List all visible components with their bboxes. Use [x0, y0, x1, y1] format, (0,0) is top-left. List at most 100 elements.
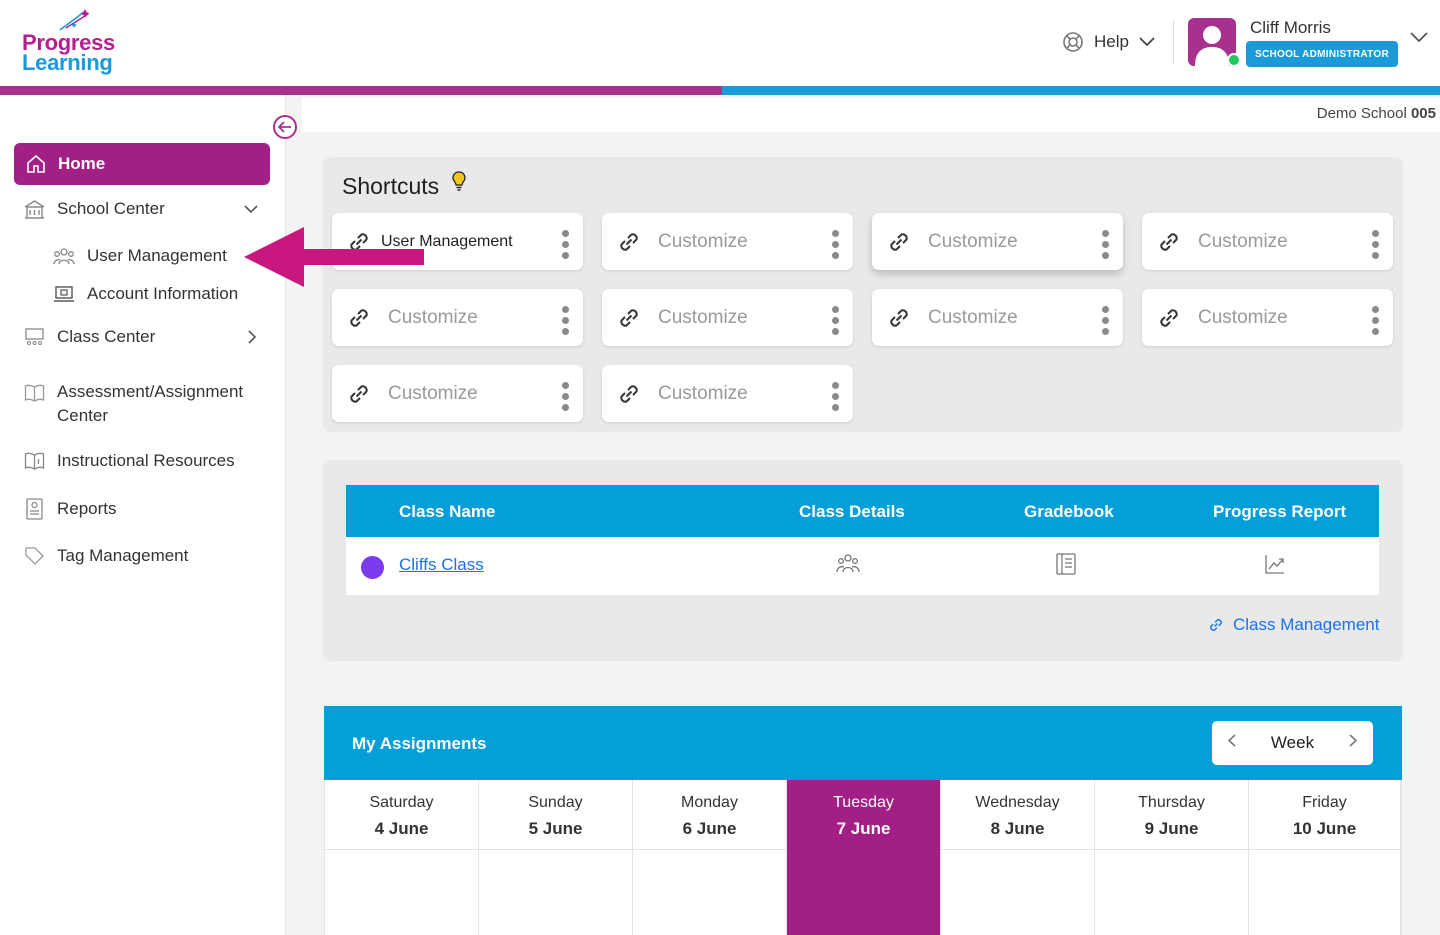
shortcut-card[interactable]: Customize: [332, 289, 583, 346]
sidebar-item-home[interactable]: Home: [14, 143, 270, 185]
class-management-link[interactable]: Class Management: [1207, 615, 1379, 635]
user-name[interactable]: Cliff Morris: [1250, 18, 1331, 38]
link-icon: [620, 232, 638, 251]
gradebook-icon[interactable]: [1056, 553, 1076, 575]
column-progress-report: Progress Report: [1213, 502, 1347, 521]
shortcut-card[interactable]: Customize: [602, 365, 853, 422]
shortcut-menu-icon[interactable]: [1102, 306, 1109, 335]
shortcut-menu-icon[interactable]: [832, 306, 839, 335]
calendar-day-friday[interactable]: Friday 10 June: [1249, 780, 1401, 935]
class-details-users-icon[interactable]: [836, 553, 860, 573]
shortcut-label: Customize: [928, 306, 1018, 328]
shortcut-card[interactable]: Customize: [872, 213, 1123, 270]
users-icon: [53, 248, 75, 265]
link-icon: [1210, 619, 1222, 631]
previous-week-button[interactable]: [1227, 734, 1236, 752]
calendar-weekday: Saturday: [369, 794, 434, 811]
shortcut-card[interactable]: Customize: [602, 289, 853, 346]
sidebar-item-assessment-center[interactable]: Assessment/Assignment Center: [24, 380, 243, 428]
shortcut-label: Customize: [658, 230, 748, 252]
calendar-day-thursday[interactable]: Thursday 9 June: [1095, 780, 1249, 935]
shortcut-menu-icon[interactable]: [562, 230, 569, 259]
chevron-down-icon: [1139, 37, 1155, 47]
brand-color-bar: [0, 86, 1440, 95]
shortcut-label: Customize: [928, 230, 1018, 252]
calendar-day-wednesday[interactable]: Wednesday 8 June: [941, 780, 1095, 935]
chevron-right-icon: [1349, 734, 1358, 747]
class-name-link[interactable]: Cliffs Class: [399, 555, 484, 575]
shortcut-menu-icon[interactable]: [1372, 306, 1379, 335]
shortcut-card[interactable]: Customize: [1142, 213, 1393, 270]
school-strip: [302, 98, 1440, 132]
shortcut-card[interactable]: Customize: [1142, 289, 1393, 346]
shortcut-label: Customize: [1198, 306, 1288, 328]
progress-learning-logo[interactable]: Progress Learning: [22, 8, 122, 78]
sidebar-item-school-center[interactable]: School Center: [24, 199, 258, 219]
calendar-day-tuesday[interactable]: Tuesday 7 June: [787, 780, 941, 935]
sidebar-item-tag-management[interactable]: Tag Management: [24, 546, 188, 566]
sidebar-item-account-information[interactable]: Account Information: [53, 284, 238, 304]
tag-icon: [25, 547, 44, 565]
calendar-weekday: Sunday: [528, 794, 583, 811]
calendar-day-sunday[interactable]: Sunday 5 June: [479, 780, 633, 935]
shortcut-menu-icon[interactable]: [562, 382, 569, 411]
link-icon: [890, 232, 908, 251]
calendar-date: 9 June: [1144, 819, 1199, 838]
chevron-down-icon: [244, 204, 258, 213]
shortcut-label: Customize: [658, 306, 748, 328]
calendar-weekday: Monday: [681, 794, 738, 811]
help-label: Help: [1094, 32, 1129, 51]
shortcut-menu-icon[interactable]: [832, 382, 839, 411]
calendar-weekday: Friday: [1302, 794, 1347, 811]
school-building-icon: [24, 200, 45, 219]
user-role-badge: SCHOOL ADMINISTRATOR: [1246, 41, 1398, 67]
calendar-date: 4 June: [374, 819, 429, 838]
calendar-weekday: Tuesday: [833, 794, 894, 811]
user-menu-chevron-icon[interactable]: [1410, 32, 1428, 43]
logo-spark-icon: [59, 9, 90, 31]
next-week-button[interactable]: [1349, 734, 1358, 752]
shortcut-menu-icon[interactable]: [1102, 230, 1109, 259]
lightbulb-icon[interactable]: [451, 170, 467, 192]
shortcut-menu-icon[interactable]: [562, 306, 569, 335]
progress-chart-icon[interactable]: [1264, 553, 1286, 575]
shortcut-card[interactable]: Customize: [872, 289, 1123, 346]
link-icon: [350, 308, 368, 327]
calendar-weekday: Thursday: [1138, 794, 1205, 811]
shortcut-menu-icon[interactable]: [1372, 230, 1379, 259]
assignments-title: My Assignments: [352, 734, 487, 753]
column-class-details: Class Details: [799, 502, 905, 521]
calendar-date: 7 June: [836, 819, 891, 838]
open-book-icon: [24, 384, 45, 402]
sidebar-item-user-management[interactable]: User Management: [53, 246, 227, 266]
sidebar-item-instructional-resources[interactable]: Instructional Resources: [24, 451, 235, 471]
calendar-day-saturday[interactable]: Saturday 4 June: [325, 780, 479, 935]
shortcut-label: Customize: [658, 382, 748, 404]
shortcut-menu-icon[interactable]: [832, 230, 839, 259]
calendar-date: 8 June: [990, 819, 1045, 838]
classroom-icon: [25, 328, 44, 345]
help-menu-button[interactable]: Help: [1062, 30, 1155, 54]
link-icon: [350, 384, 368, 403]
sidebar-sub-label: Account Information: [87, 284, 239, 303]
calendar-day-monday[interactable]: Monday 6 June: [633, 780, 787, 935]
week-calendar: Saturday 4 June Sunday 5 June Monday 6 June Tu…: [324, 780, 1402, 935]
column-class-name: Class Name: [399, 502, 496, 521]
link-icon: [1160, 308, 1178, 327]
sidebar-item-class-center[interactable]: Class Center: [24, 327, 257, 347]
calendar-date: 6 June: [682, 819, 737, 838]
sidebar-item-label: Class Center: [57, 327, 156, 346]
chevron-right-icon: [248, 330, 257, 344]
week-navigator: Week: [1212, 721, 1373, 765]
sidebar-sub-label: User Management: [87, 246, 227, 265]
shortcut-card[interactable]: Customize: [332, 365, 583, 422]
shortcut-card[interactable]: Customize: [602, 213, 853, 270]
class-management-label: Class Management: [1233, 615, 1380, 634]
week-view-label[interactable]: Week: [1271, 733, 1314, 753]
link-icon: [620, 308, 638, 327]
sidebar-collapse-button[interactable]: [273, 115, 297, 139]
shortcuts-title: Shortcuts: [342, 173, 440, 199]
calendar-date: 5 June: [528, 819, 583, 838]
sidebar-item-reports[interactable]: Reports: [24, 498, 117, 520]
shortcut-label: Customize: [388, 306, 478, 328]
